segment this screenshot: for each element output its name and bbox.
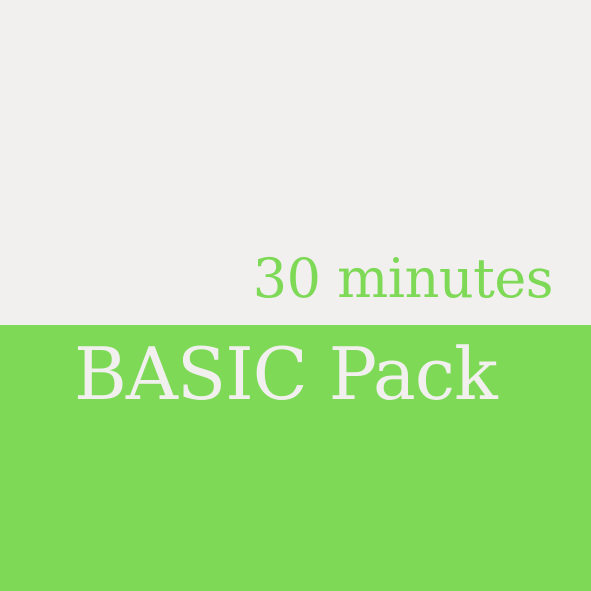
pack-title: BASIC Pack: [74, 332, 498, 416]
duration-label: 30 minutes: [252, 247, 554, 310]
pack-card: 30 minutes BASIC Pack: [0, 0, 591, 591]
